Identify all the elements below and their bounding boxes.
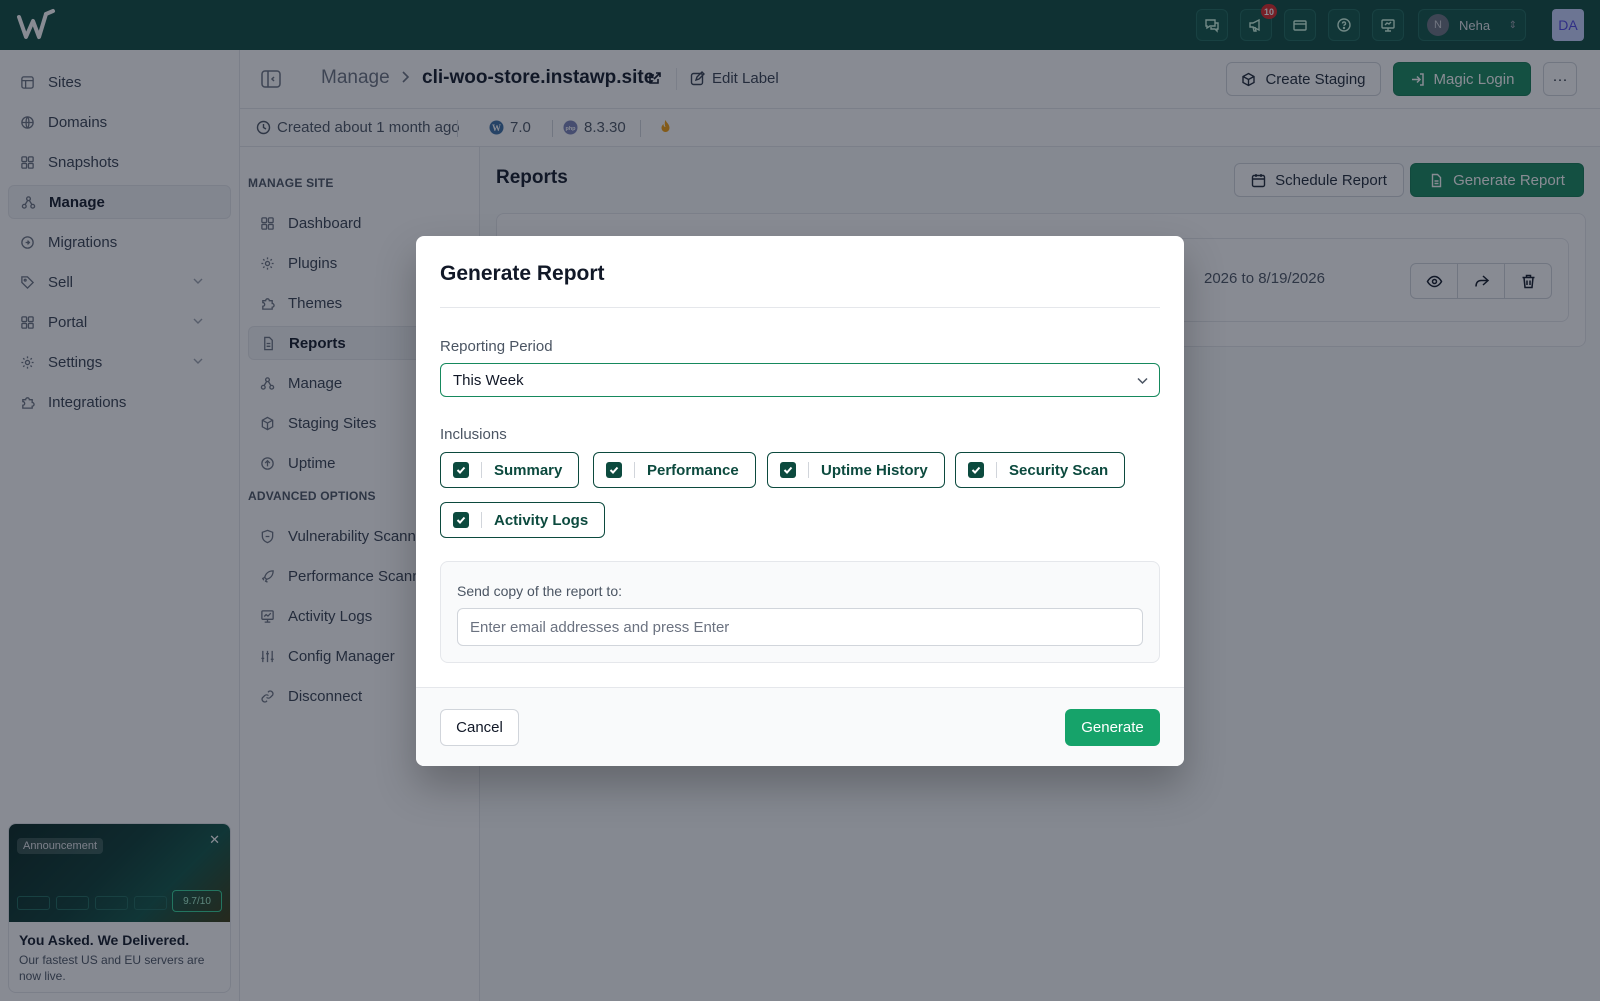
- checkbox-checked-icon[interactable]: [606, 462, 622, 478]
- inclusion-label: Performance: [647, 461, 739, 479]
- email-copy-section: Send copy of the report to:: [440, 561, 1160, 663]
- checkbox-checked-icon[interactable]: [453, 512, 469, 528]
- inclusion-label: Uptime History: [821, 461, 928, 479]
- inclusion-label: Summary: [494, 461, 563, 479]
- cancel-button[interactable]: Cancel: [440, 709, 519, 746]
- dialog-title: Generate Report: [440, 262, 605, 285]
- inclusion-summary[interactable]: Summary: [440, 452, 580, 488]
- checkbox-checked-icon[interactable]: [453, 462, 469, 478]
- reporting-period-select[interactable]: This Week: [440, 363, 1160, 397]
- chevron-down-icon: [1137, 377, 1148, 385]
- inclusion-label: Security Scan: [1009, 461, 1109, 479]
- email-copy-label: Send copy of the report to:: [457, 583, 622, 599]
- generate-button[interactable]: Generate: [1065, 709, 1160, 746]
- inclusion-label: Activity Logs: [494, 511, 589, 529]
- inclusion-activity-logs[interactable]: Activity Logs: [440, 502, 606, 538]
- reporting-period-value: This Week: [453, 371, 524, 389]
- divider: [440, 307, 1160, 308]
- reporting-period-label: Reporting Period: [440, 338, 553, 355]
- inclusion-security-scan[interactable]: Security Scan: [955, 452, 1126, 488]
- inclusions-label: Inclusions: [440, 426, 507, 443]
- generate-report-dialog: Generate Report Reporting Period This We…: [416, 236, 1184, 766]
- checkbox-checked-icon[interactable]: [968, 462, 984, 478]
- dialog-footer: Cancel Generate: [416, 687, 1184, 766]
- inclusion-uptime-history[interactable]: Uptime History: [767, 452, 945, 488]
- inclusion-performance[interactable]: Performance: [593, 452, 756, 488]
- email-input[interactable]: [457, 608, 1143, 646]
- checkbox-checked-icon[interactable]: [780, 462, 796, 478]
